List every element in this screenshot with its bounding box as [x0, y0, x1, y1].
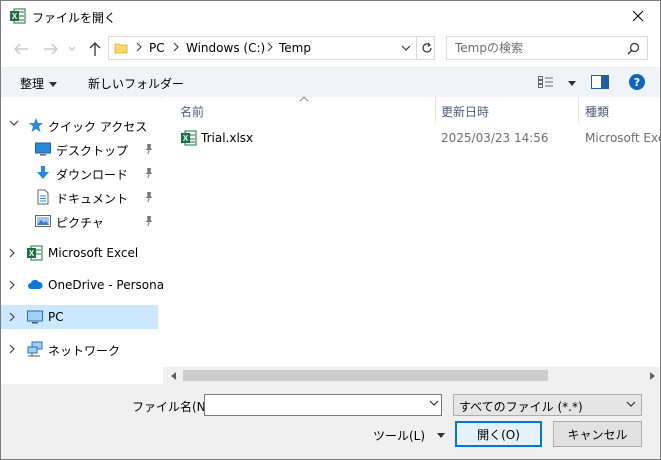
folder-icon: [114, 43, 128, 54]
arrow-up-icon: [89, 42, 101, 56]
file-row[interactable]: X Trial.xlsx 2025/03/23 14:56 Microsoft …: [163, 127, 660, 149]
sidebar-item-pc[interactable]: PC: [1, 305, 158, 329]
star-icon: [29, 118, 43, 132]
network-icon: [27, 341, 43, 357]
excel-app-icon: X: [10, 8, 26, 24]
breadcrumb-temp[interactable]: Temp: [279, 41, 311, 55]
refresh-icon: [421, 42, 432, 53]
download-icon: [37, 166, 49, 179]
pin-icon: [145, 168, 153, 179]
chevron-right-icon: [9, 312, 15, 322]
up-button[interactable]: [86, 40, 104, 58]
chevron-down-icon: [68, 46, 76, 51]
pin-icon: [145, 192, 153, 203]
arrow-left-icon: [14, 43, 28, 55]
scroll-left-button[interactable]: [165, 367, 182, 384]
chevron-down-icon: [401, 45, 411, 51]
preview-pane-icon[interactable]: [591, 75, 609, 89]
column-header-type[interactable]: 種類: [579, 97, 660, 123]
search-icon: [627, 42, 640, 55]
sidebar-item-microsoft-excel[interactable]: X Microsoft Excel: [1, 241, 158, 265]
chevron-down-icon[interactable]: [429, 400, 439, 407]
view-options-dropdown[interactable]: [568, 81, 576, 86]
file-type: Microsoft Excel: [585, 131, 660, 145]
sidebar-item-pictures[interactable]: ピクチャ: [1, 209, 158, 233]
sidebar-item-documents[interactable]: ドキュメント: [1, 185, 158, 209]
arrow-right-icon: [44, 43, 58, 55]
sidebar-item-desktop[interactable]: デスクトップ: [1, 137, 158, 161]
close-icon: [632, 10, 644, 22]
computer-icon: [27, 310, 43, 324]
chevron-down-icon: [626, 401, 636, 407]
dropdown-arrow-icon: [49, 82, 58, 87]
scrollbar-thumb[interactable]: [183, 370, 548, 381]
view-details-icon[interactable]: [538, 76, 554, 88]
navigation-pane: クイック アクセス デスクトップ ダウンロード ドキュメント ピクチャ X Mi…: [1, 97, 167, 383]
document-icon: [37, 189, 49, 205]
breadcrumb-windows-c[interactable]: Windows (C:): [186, 41, 265, 55]
search-box[interactable]: [446, 36, 648, 60]
filename-input[interactable]: [205, 395, 428, 415]
pin-icon: [145, 144, 153, 155]
chevron-right-icon: [173, 42, 179, 52]
forward-button[interactable]: [42, 40, 60, 58]
navigation-bar: PC Windows (C:) Temp: [1, 31, 660, 67]
chevron-down-icon: [9, 120, 19, 126]
breadcrumb-pc[interactable]: PC: [149, 41, 165, 55]
refresh-button[interactable]: [416, 37, 436, 59]
chevron-right-icon: [267, 42, 273, 52]
open-file-dialog: X ファイルを開く PC Windows (C:) Temp Tempの検索 整…: [0, 0, 661, 460]
column-header-name[interactable]: 名前: [163, 97, 435, 123]
help-icon[interactable]: ?: [629, 74, 645, 90]
desktop-icon: [35, 142, 51, 156]
dialog-footer: ファイル名(N): すべてのファイル (*.*) ツール(L) 開く(O) キャ…: [1, 384, 660, 459]
file-name: Trial.xlsx: [201, 131, 254, 145]
horizontal-scrollbar[interactable]: [163, 367, 660, 384]
organize-menu[interactable]: 整理: [20, 75, 58, 92]
excel-icon: X: [27, 245, 43, 261]
file-modified: 2025/03/23 14:56: [441, 131, 549, 145]
svg-text:X: X: [183, 134, 189, 143]
title-bar: X ファイルを開く: [1, 1, 660, 31]
tools-menu[interactable]: ツール(L): [373, 427, 425, 444]
sidebar-item-network[interactable]: ネットワーク: [1, 337, 158, 361]
sidebar-item-downloads[interactable]: ダウンロード: [1, 161, 158, 185]
excel-file-icon: X: [181, 130, 197, 146]
window-title: ファイルを開く: [32, 11, 117, 25]
pictures-icon: [35, 215, 51, 227]
filetype-select[interactable]: すべてのファイル (*.*): [453, 394, 642, 416]
cloud-icon: [28, 279, 43, 289]
chevron-right-icon: [136, 42, 142, 52]
chevron-right-icon: [9, 344, 15, 354]
filetype-value: すべてのファイル (*.*): [459, 400, 583, 414]
search-input[interactable]: [447, 37, 630, 59]
open-button[interactable]: 開く(O): [455, 421, 542, 447]
recent-locations-button[interactable]: [63, 40, 81, 58]
close-button[interactable]: [616, 1, 660, 31]
address-bar[interactable]: PC Windows (C:) Temp: [108, 36, 435, 60]
chevron-right-icon: [9, 280, 15, 290]
sidebar-item-onedrive[interactable]: OneDrive - Personal: [1, 273, 167, 297]
back-button[interactable]: [12, 40, 30, 58]
column-header-modified[interactable]: 更新日時: [436, 97, 578, 123]
command-bar: 整理 新しいフォルダー ?: [1, 67, 660, 98]
address-history-dropdown[interactable]: [396, 37, 416, 59]
scroll-left-icon: [170, 371, 176, 380]
tools-dropdown-arrow-icon[interactable]: [437, 433, 445, 438]
svg-text:X: X: [29, 249, 35, 258]
scroll-right-icon: [649, 371, 655, 380]
chevron-right-icon: [9, 248, 15, 258]
svg-text:X: X: [12, 12, 18, 21]
filename-label: ファイル名(N):: [132, 400, 215, 414]
cancel-button[interactable]: キャンセル: [553, 421, 642, 447]
pin-icon: [145, 216, 153, 227]
sidebar-item-quick-access[interactable]: クイック アクセス: [1, 113, 158, 137]
filename-combobox[interactable]: [204, 394, 442, 416]
scroll-right-button[interactable]: [643, 367, 660, 384]
file-list: 名前 更新日時 種類 X Trial.xlsx 2025/03/23 14:56…: [163, 96, 660, 367]
new-folder-button[interactable]: 新しいフォルダー: [88, 75, 184, 92]
